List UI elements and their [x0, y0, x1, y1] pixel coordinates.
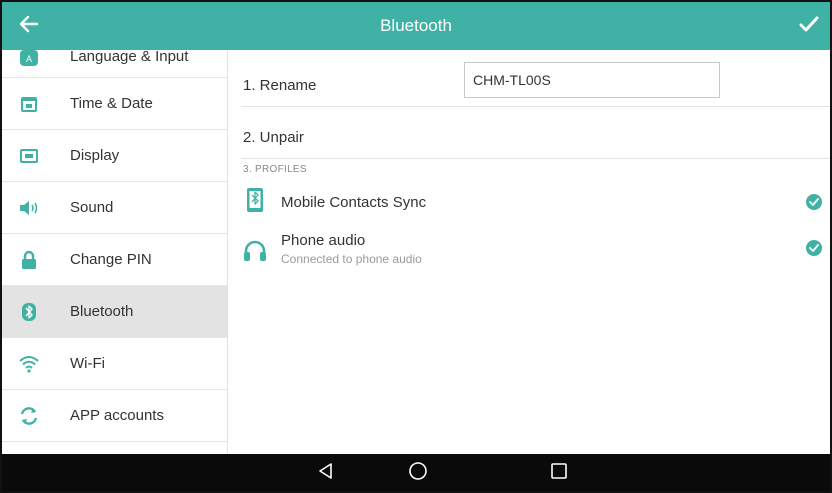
system-navigation-bar [2, 454, 830, 491]
language-icon: A [18, 50, 40, 69]
unpair-row[interactable]: 2. Unpair [241, 107, 830, 159]
sidebar-item-app-accounts[interactable]: APP accounts [2, 390, 227, 442]
sidebar-item-display[interactable]: Display [2, 130, 227, 182]
sidebar-item-label: Wi-Fi [70, 355, 105, 372]
sidebar-item-label: Display [70, 147, 120, 164]
calendar-icon [18, 93, 40, 115]
sync-icon [18, 405, 40, 427]
profile-enabled-check-icon[interactable] [806, 194, 822, 210]
unpair-label: 2. Unpair [243, 129, 304, 146]
sidebar-item-label: Language & Input [70, 50, 189, 65]
display-icon [18, 145, 40, 167]
nav-recents-button[interactable] [546, 460, 572, 486]
sidebar-item-change-pin[interactable]: Change PIN [2, 234, 227, 286]
nav-back-icon [317, 462, 335, 485]
confirm-button[interactable] [794, 11, 824, 41]
sidebar-item-label: Bluetooth [70, 303, 134, 320]
profiles-section-header: 3. PROFILES [243, 164, 307, 175]
sidebar-item-sound[interactable]: Sound [2, 182, 227, 234]
sidebar-item-time-date[interactable]: Time & Date [2, 78, 227, 130]
rename-label: 1. Rename [243, 77, 317, 94]
sidebar-item-label: Sound [70, 199, 114, 216]
speaker-icon [18, 197, 40, 219]
wifi-icon [18, 353, 40, 375]
sidebar-item-wifi[interactable]: Wi-Fi [2, 338, 227, 390]
bluetooth-device-panel: 1. Rename 2. Unpair 3. PROFILES Mobile C… [229, 50, 830, 454]
profile-mobile-contacts-sync: Mobile Contacts Sync [241, 182, 830, 226]
sidebar-item-label: Change PIN [70, 251, 152, 268]
nav-recents-icon [550, 462, 568, 485]
settings-sidebar: A Language & Input Time & Date Display S… [2, 50, 228, 454]
svg-text:A: A [26, 54, 32, 64]
page-title: Bluetooth [380, 16, 452, 35]
nav-home-button[interactable] [405, 460, 431, 486]
rename-input[interactable] [464, 62, 720, 98]
phone-sync-icon [243, 186, 267, 214]
title-bar: Bluetooth [2, 2, 830, 50]
profile-status: Connected to phone audio [281, 252, 422, 266]
profile-name: Mobile Contacts Sync [281, 194, 427, 211]
sidebar-item-label: APP accounts [70, 407, 164, 424]
rename-row: 1. Rename [241, 50, 830, 107]
lock-icon [18, 249, 40, 271]
profile-enabled-check-icon[interactable] [806, 240, 822, 256]
nav-home-icon [408, 461, 428, 486]
sidebar-item-label: Time & Date [70, 95, 153, 112]
bluetooth-icon [18, 301, 40, 323]
profile-name: Phone audio [281, 232, 366, 249]
sidebar-item-language[interactable]: A Language & Input [2, 50, 227, 78]
nav-back-button[interactable] [313, 460, 339, 486]
sidebar-item-bluetooth[interactable]: Bluetooth [2, 286, 227, 338]
check-icon [799, 15, 819, 38]
profile-phone-audio: Phone audio Connected to phone audio [241, 228, 830, 272]
headset-icon [243, 237, 267, 265]
